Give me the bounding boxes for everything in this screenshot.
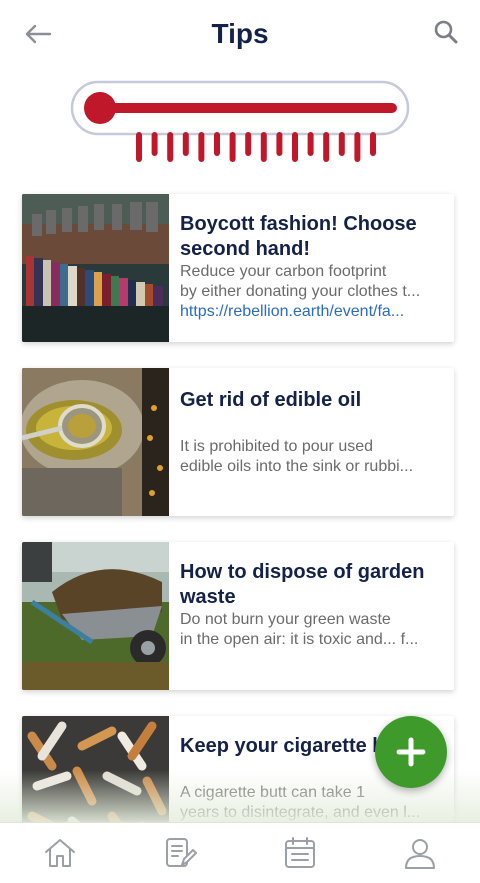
- thermometer-tick: [245, 132, 252, 156]
- thermometer-tick: [214, 132, 220, 156]
- bottom-navigation: [0, 822, 480, 883]
- thermometer-tick: [229, 132, 236, 162]
- tip-description: Reduce your carbon footprint: [180, 263, 387, 280]
- search-button[interactable]: [430, 16, 462, 48]
- tip-card[interactable]: Get rid of edible oil It is prohibited t…: [22, 368, 454, 516]
- thermometer-tick: [167, 132, 174, 162]
- profile-icon: [405, 839, 435, 869]
- thermometer-tick: [323, 132, 330, 162]
- tip-description: by either donating your clothes t...: [180, 283, 421, 300]
- add-tip-button[interactable]: [375, 716, 447, 788]
- thermometer-icon: [70, 80, 410, 162]
- nav-home[interactable]: [0, 823, 120, 883]
- page-title: Tips: [211, 18, 269, 49]
- tip-description: in the open air: it is toxic and... f...: [180, 631, 419, 648]
- tip-description: edible oils into the sink or rubbi...: [180, 458, 414, 475]
- tip-title: Get rid of edible oil: [180, 389, 362, 411]
- tip-description: Do not burn your green waste: [180, 611, 391, 628]
- tip-title: How to dispose of garden waste: [180, 561, 425, 608]
- edit-document-icon: [166, 838, 197, 867]
- calendar-icon: [285, 837, 315, 868]
- home-icon: [45, 839, 75, 867]
- thermometer-tick: [307, 132, 314, 156]
- wheelbarrow-image: [22, 542, 169, 690]
- nav-profile[interactable]: [360, 823, 480, 883]
- nav-tips[interactable]: [120, 823, 240, 883]
- thermometer-tick: [198, 132, 205, 162]
- tip-card-body: How to dispose of garden waste Do not bu…: [180, 560, 442, 650]
- tip-title: Boycott fashion! Choose second hand!: [180, 213, 417, 260]
- nav-calendar[interactable]: [240, 823, 360, 883]
- thermometer-tick: [260, 132, 267, 162]
- tip-card[interactable]: Boycott fashion! Choose second hand! Red…: [22, 194, 454, 342]
- plus-icon: [396, 737, 426, 767]
- thermometer-tick: [370, 132, 376, 156]
- tip-description: It is prohibited to pour used: [180, 438, 374, 455]
- search-icon: [434, 20, 458, 44]
- thermometer-tick: [182, 132, 189, 156]
- tip-card[interactable]: How to dispose of garden waste Do not bu…: [22, 542, 454, 690]
- tip-card-body: Get rid of edible oil It is prohibited t…: [180, 388, 442, 477]
- app-header: Tips: [0, 0, 480, 70]
- frying-oil-image: [22, 368, 169, 516]
- thermometer-tick: [151, 132, 158, 156]
- tip-link[interactable]: https://rebellion.earth/event/fa...: [180, 302, 442, 322]
- thermometer-tick: [354, 132, 361, 162]
- tip-description: years to disintegrate, and even l...: [180, 804, 421, 821]
- thermometer-tick: [292, 132, 298, 162]
- clothing-store-image: [22, 194, 169, 342]
- thermometer-tick: [136, 132, 142, 162]
- thermometer-tick: [338, 132, 345, 156]
- thermometer-tick: [276, 132, 283, 156]
- thermometer-banner: [70, 80, 410, 170]
- tip-card-body: Boycott fashion! Choose second hand! Red…: [180, 212, 442, 322]
